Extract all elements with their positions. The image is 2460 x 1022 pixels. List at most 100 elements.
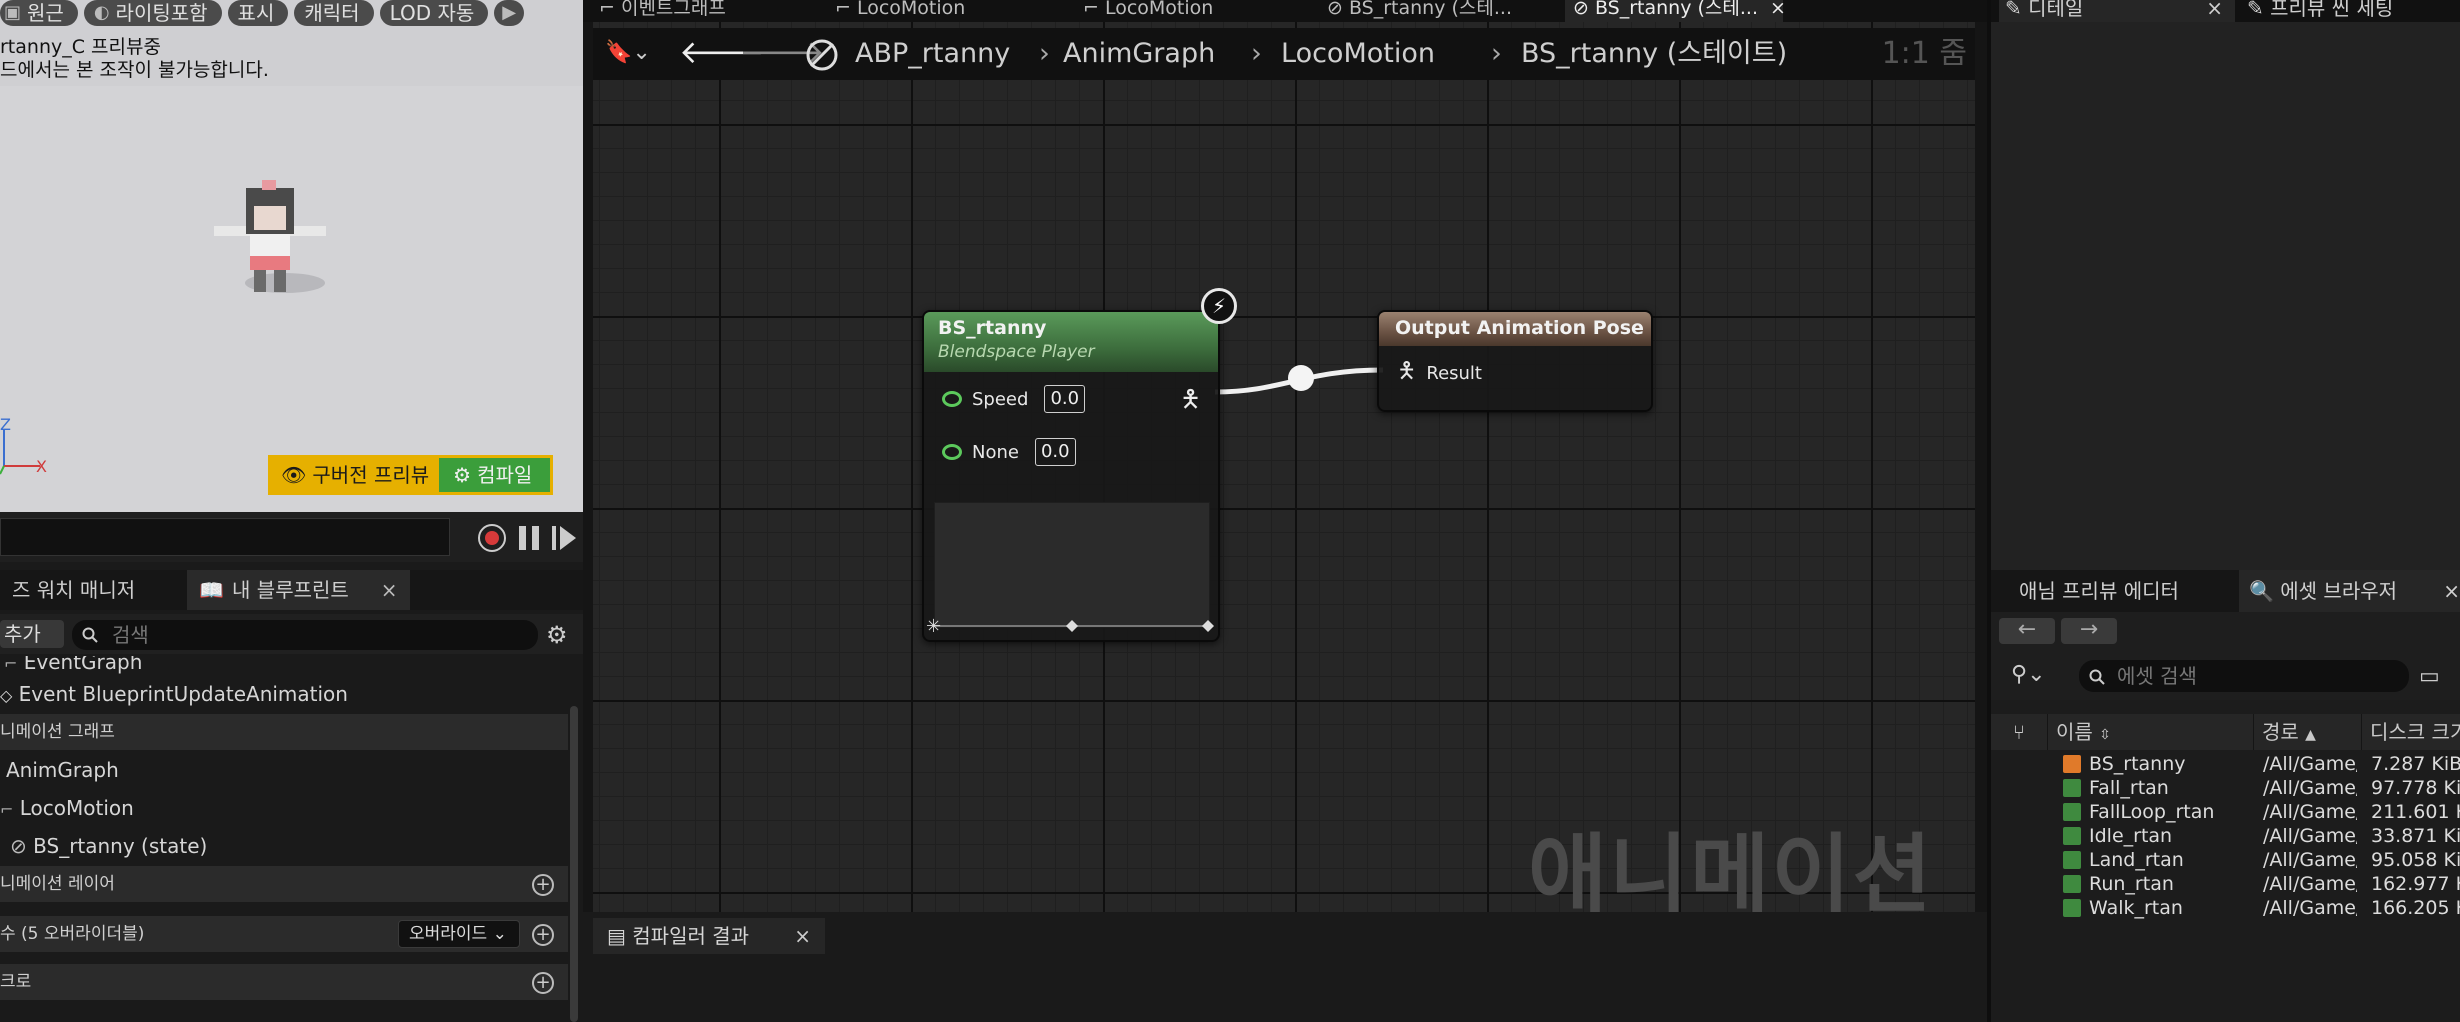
breadcrumb-item[interactable]: BS_rtanny (스테이트) [1521,36,1787,72]
gear-icon: ⚙ [453,463,472,487]
node-title: BS_rtanny [938,317,1047,339]
filter-icon[interactable]: ⚲⌄ [2011,662,2046,687]
breadcrumb-item[interactable]: LocoMotion [1281,36,1435,72]
tab-anim-preview-editor[interactable]: 애님 프리뷰 에디터 [2009,570,2189,612]
category-functions[interactable]: 수 (5 오버라이더블) 오버라이드 ⌄ + [0,916,568,952]
breadcrumb-item[interactable]: AnimGraph [1063,36,1215,72]
old-preview-button[interactable]: 👁 구버전 프리뷰 [271,458,440,492]
close-icon[interactable]: × [794,918,811,954]
source-control-icon[interactable]: ⑂ [2013,720,2025,744]
forward-arrow-icon[interactable]: → [2061,618,2117,644]
tab-my-blueprint[interactable]: 📖 내 블루프린트 × [187,570,410,610]
tab-compiler-results[interactable]: ▤ 컴파일러 결과 × [593,918,825,954]
right-panel: ✎ 디테일 × ✎ 프리뷰 씬 세팅 애님 프리뷰 에디터 🔍 에셋 브라우저 ×… [1987,0,2460,1022]
table-row[interactable]: Fall_rtan/All/Game/97.778 KiB [1991,776,2460,800]
tab-asset-browser[interactable]: 🔍 에셋 브라우저 × [2239,570,2460,612]
column-disk-size[interactable]: 디스크 크기 [2361,714,2460,750]
graph-canvas[interactable]: 애니메이션 [593,22,1975,912]
record-button[interactable] [478,524,506,552]
tab-event-graph[interactable]: ⌐ 이벤트그래프 [589,0,759,22]
category-macros[interactable]: 크로 + [0,964,568,1000]
search-icon [2089,669,2105,685]
timeline-field[interactable] [0,518,450,556]
compile-button[interactable]: ⚙ 컴파일 [439,458,551,492]
lod-button[interactable]: LOD 자동 [379,0,489,26]
result-pin[interactable]: 🯅 Result [1397,358,1482,388]
bookmark-icon[interactable]: 🔖⌄ [605,40,651,65]
show-button[interactable]: 표시 [227,0,289,26]
close-icon[interactable]: × [381,570,398,610]
table-row[interactable]: BS_rtanny/All/Game/7.287 KiB [1991,752,2460,776]
settings-gear-icon[interactable]: ⚙ [546,623,568,647]
add-function-icon[interactable]: + [532,924,554,946]
tab-bs-rtanny-1[interactable]: ⊘ BS_rtanny (스테... [1327,0,1512,22]
lighting-icon: ◐ [93,2,110,23]
table-row[interactable]: Idle_rtan/All/Game/33.871 KiB [1991,824,2460,848]
blueprint-search-input[interactable]: 검색 [72,620,538,650]
pose-output-pin-icon[interactable]: 🯅 [1180,382,1201,423]
animation-icon [2063,899,2081,917]
step-forward-button[interactable] [552,526,576,550]
override-dropdown[interactable]: 오버라이드 ⌄ [398,920,520,948]
tab-preview-scene-settings[interactable]: ✎ 프리뷰 씬 세팅 [2241,0,2460,22]
pencil-icon: ✎ [2247,0,2264,20]
breadcrumb-item[interactable]: ABP_rtanny [855,36,1010,72]
speed-pin[interactable]: Speed 0.0 [942,384,1086,414]
graph-icon: ⌐ [599,0,615,19]
character-preview [214,180,326,293]
table-row[interactable]: FallLoop_rtan/All/Game/211.601 KiB [1991,800,2460,824]
blendspace-player-node[interactable]: BS_rtanny Blendspace Player Speed 0.0 No… [922,310,1220,642]
tree-item-animgraph[interactable]: AnimGraph [0,752,568,788]
state-icon: ⊘ [1573,0,1589,19]
axis-x-label: X [36,457,47,476]
asset-search-input[interactable]: 에셋 검색 [2079,660,2409,692]
close-icon[interactable]: × [2443,570,2460,612]
viewport-action-buttons: 👁 구버전 프리뷰 ⚙ 컴파일 [268,455,554,495]
lighting-button[interactable]: ◐ 라이팅포함 [83,0,222,26]
tree-item-event-update[interactable]: ◇ Event BlueprintUpdateAnimation [0,676,568,712]
zoom-level: 1:1 줌 [1881,36,1967,71]
pause-button[interactable] [519,526,541,550]
graph-watermark: 애니메이션 [1528,825,1934,912]
tab-details[interactable]: ✎ 디테일 × [1999,0,2235,22]
speed-value-input[interactable]: 0.0 [1044,385,1086,413]
character-button[interactable]: 캐릭터 [294,0,374,26]
category-anim-graphs[interactable]: 니메이션 그래프 [0,714,568,750]
table-row[interactable]: Run_rtan/All/Game/162.977 KiB [1991,872,2460,896]
viewport-toolbar: ▣ 원근 ◐ 라이팅포함 표시 캐릭터 LOD 자동 ▶ [0,0,525,26]
state-machine-icon: ⌐ [835,0,851,19]
output-pose-node[interactable]: Output Animation Pose 🯅 Result [1377,310,1653,412]
close-icon[interactable]: × [1770,0,1786,19]
play-dropdown-button[interactable]: ▶ [494,0,525,26]
back-arrow-icon[interactable]: ← [1999,618,2055,644]
tab-locomotion-1[interactable]: ⌐ LocoMotion [835,0,985,22]
anim-blueprint-icon [806,39,838,71]
add-button[interactable]: 추가 [0,620,64,648]
column-path[interactable]: 경로 ▲ [2253,714,2361,750]
state-machine-icon: ⌐ [1083,0,1099,19]
breadcrumb-separator: › [1039,38,1050,69]
state-icon: ⊘ [10,834,27,858]
add-layer-icon[interactable]: + [532,874,554,896]
tab-pose-watch-manager[interactable]: 즈 워치 매니저 [0,570,147,610]
perspective-button[interactable]: ▣ 원근 [0,0,78,26]
animation-icon [2063,875,2081,893]
none-pin[interactable]: None 0.0 [942,437,1076,467]
tab-locomotion-2[interactable]: ⌐ LocoMotion [1083,0,1233,22]
preview-viewport[interactable]: ▣ 원근 ◐ 라이팅포함 표시 캐릭터 LOD 자동 ▶ rtanny_C 프리뷰중… [0,0,583,512]
tab-bs-rtanny-2[interactable]: ⊘ BS_rtanny (스테... × [1565,0,1786,22]
chevron-down-icon: ⌄ [492,924,507,944]
table-row[interactable]: Land_rtan/All/Game/95.058 KiB [1991,848,2460,872]
tree-item-bs-rtanny-state[interactable]: ⊘ BS_rtanny (state) [0,828,568,864]
left-scrollbar[interactable] [570,706,578,1022]
close-icon[interactable]: × [2206,0,2223,22]
column-name[interactable]: 이름 ⇳ [2047,714,2253,750]
table-row[interactable]: Walk_rtan/All/Game/166.205 KiB [1991,896,2460,920]
add-macro-icon[interactable]: + [532,972,554,994]
state-icon: ⊘ [1327,0,1343,19]
category-anim-layers[interactable]: 니메이션 레이어 + [0,866,568,902]
tree-item-locomotion[interactable]: ⌐ LocoMotion [0,790,568,826]
none-value-input[interactable]: 0.0 [1034,438,1076,466]
blendspace-axis-markers: ✳ [926,616,1214,637]
folder-icon[interactable]: ▭ [2419,664,2440,689]
